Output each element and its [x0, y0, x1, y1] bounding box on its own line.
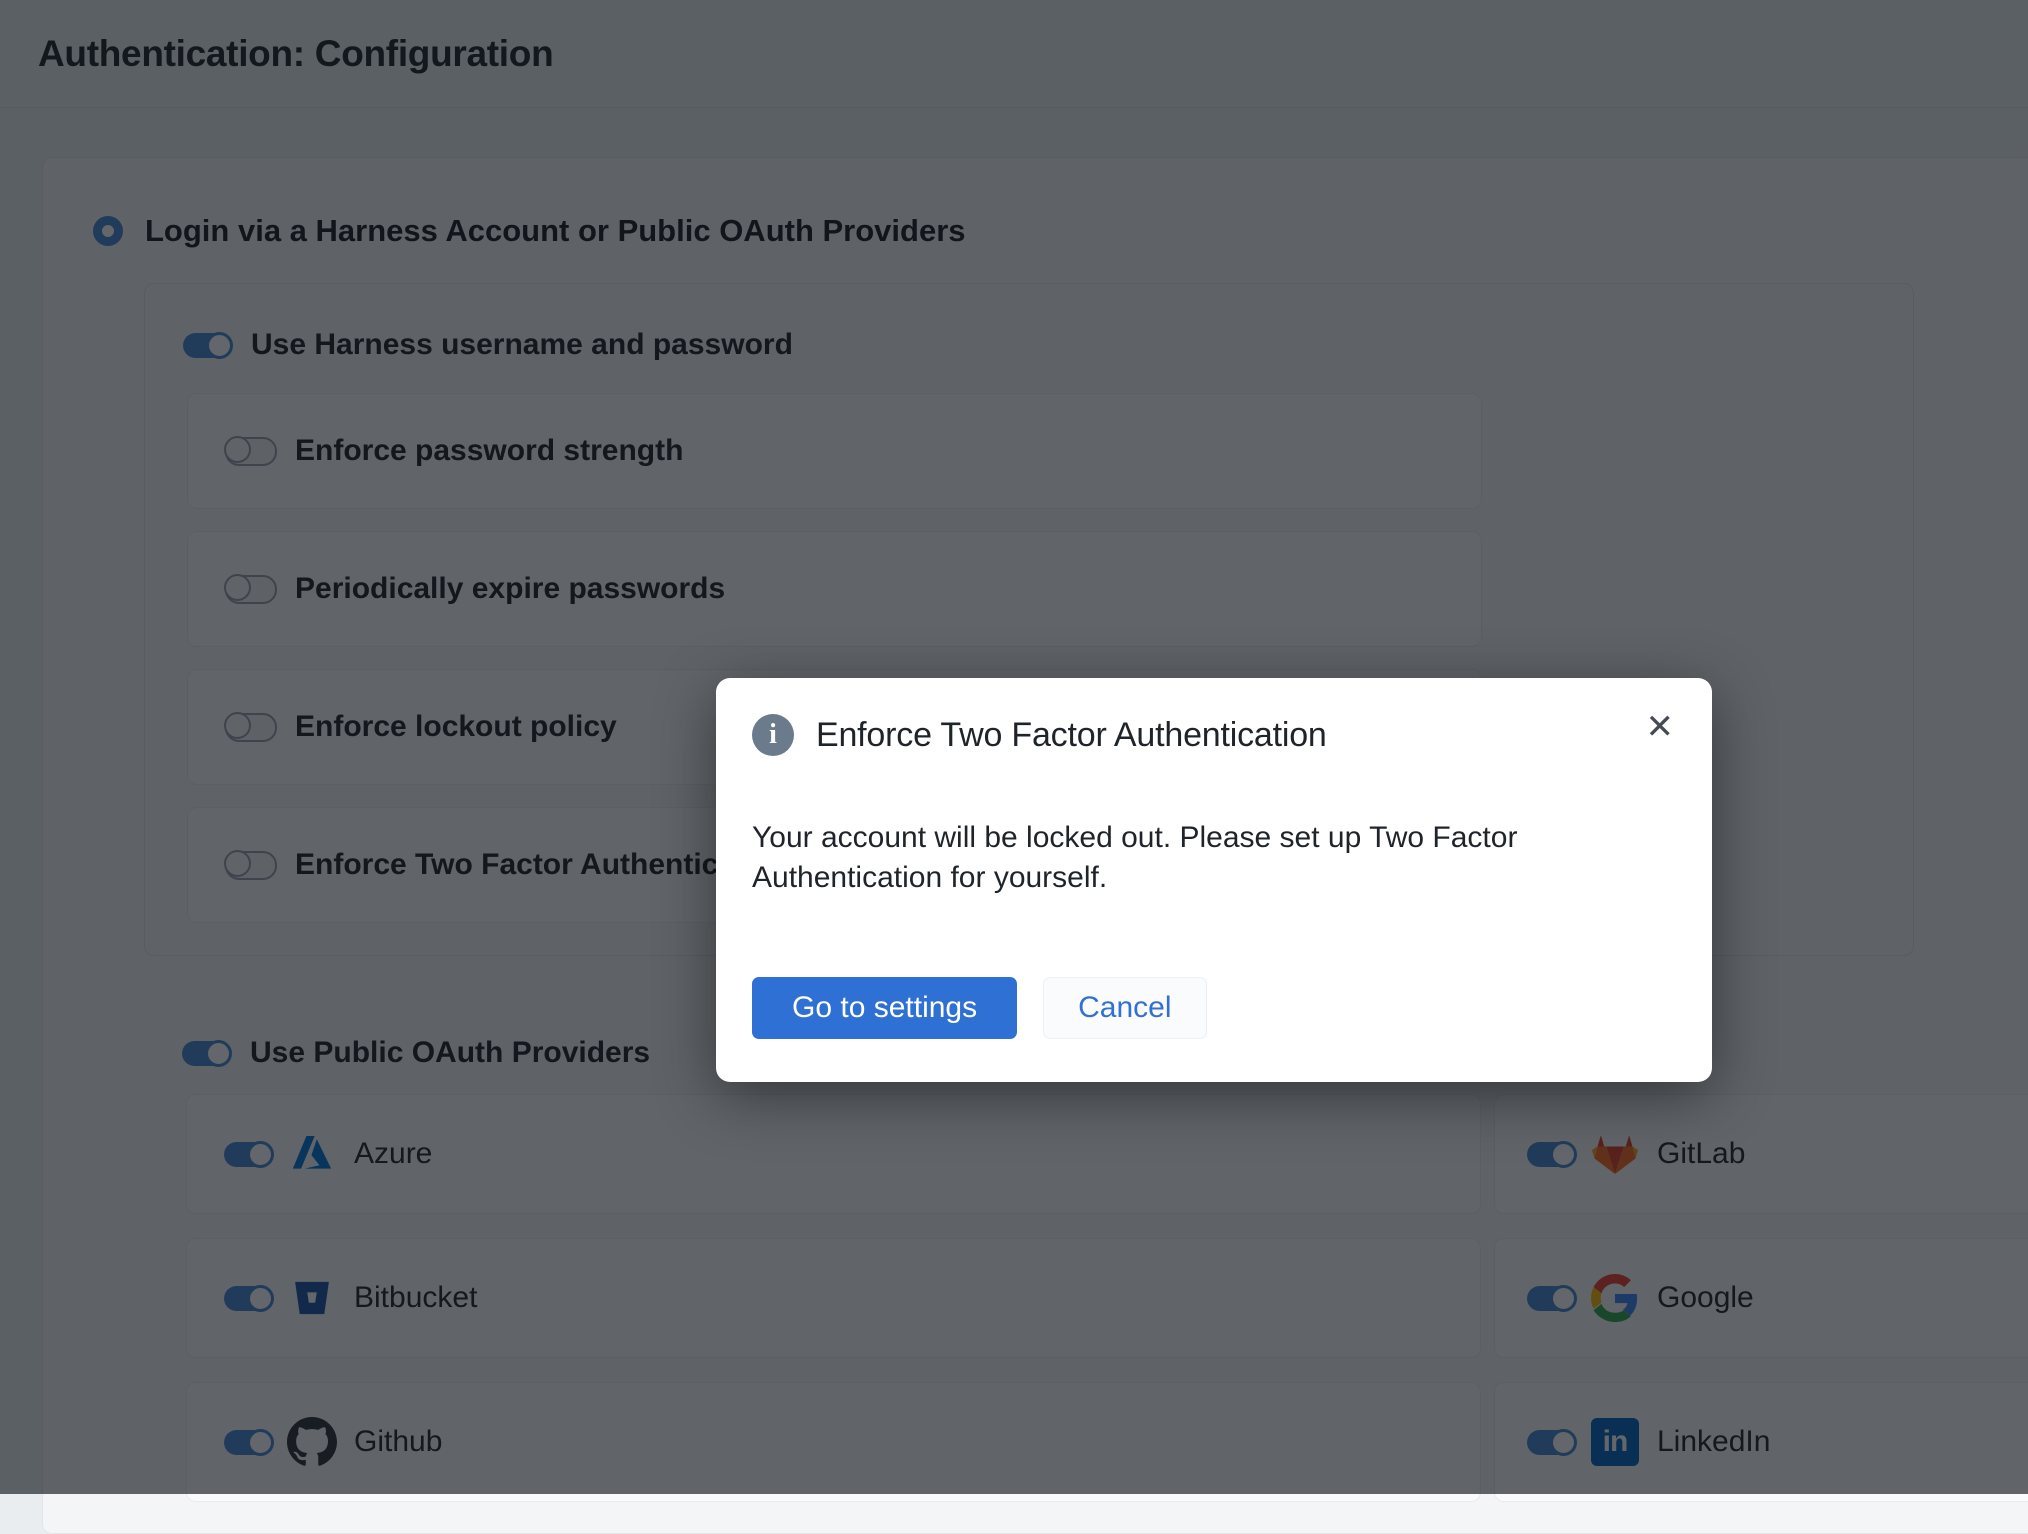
go-to-settings-button[interactable]: Go to settings — [752, 977, 1017, 1039]
dialog-title: Enforce Two Factor Authentication — [816, 716, 1327, 755]
dialog-header: i Enforce Two Factor Authentication — [752, 714, 1676, 756]
cancel-button[interactable]: Cancel — [1043, 977, 1206, 1039]
dialog-message: Your account will be locked out. Please … — [752, 818, 1662, 898]
info-icon: i — [752, 714, 794, 756]
dialog-actions: Go to settings Cancel — [752, 977, 1207, 1039]
two-factor-dialog: i Enforce Two Factor Authentication ✕ Yo… — [716, 678, 1712, 1082]
close-icon[interactable]: ✕ — [1642, 706, 1679, 748]
